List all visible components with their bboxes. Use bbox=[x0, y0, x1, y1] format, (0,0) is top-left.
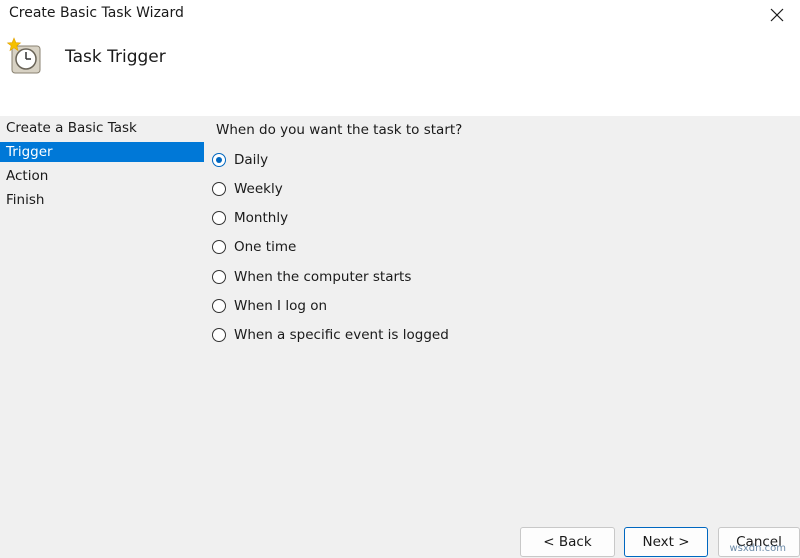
step-trigger: Trigger bbox=[0, 142, 204, 162]
option-weekly[interactable]: Weekly bbox=[212, 178, 283, 200]
option-label: Daily bbox=[234, 152, 269, 168]
option-event-logged[interactable]: When a specific event is logged bbox=[212, 324, 449, 346]
step-finish: Finish bbox=[6, 192, 45, 208]
radio-log-on[interactable] bbox=[212, 299, 226, 313]
option-label: Weekly bbox=[234, 181, 283, 197]
radio-monthly[interactable] bbox=[212, 211, 226, 225]
option-label: When the computer starts bbox=[234, 269, 412, 285]
radio-event-logged[interactable] bbox=[212, 328, 226, 342]
trigger-panel: When do you want the task to start? Dail… bbox=[205, 116, 800, 558]
radio-daily[interactable] bbox=[212, 153, 226, 167]
radio-one-time[interactable] bbox=[212, 240, 226, 254]
window-title: Create Basic Task Wizard bbox=[9, 5, 184, 21]
radio-computer-starts[interactable] bbox=[212, 270, 226, 284]
step-create-basic-task: Create a Basic Task bbox=[6, 120, 137, 136]
option-label: One time bbox=[234, 239, 297, 255]
option-daily[interactable]: Daily bbox=[212, 149, 268, 171]
next-button[interactable]: Next > bbox=[624, 527, 708, 557]
option-label: When I log on bbox=[234, 298, 328, 314]
close-icon bbox=[770, 8, 784, 22]
trigger-question: When do you want the task to start? bbox=[216, 122, 463, 138]
option-label: When a specific event is logged bbox=[234, 327, 449, 343]
step-action: Action bbox=[6, 168, 49, 184]
option-monthly[interactable]: Monthly bbox=[212, 207, 288, 229]
watermark: wsxdn.com bbox=[729, 543, 786, 554]
radio-weekly[interactable] bbox=[212, 182, 226, 196]
clock-task-icon bbox=[6, 37, 41, 74]
option-one-time[interactable]: One time bbox=[212, 236, 296, 258]
close-button[interactable] bbox=[754, 0, 800, 30]
back-button[interactable]: < Back bbox=[520, 527, 615, 557]
page-title: Task Trigger bbox=[65, 47, 166, 67]
option-computer-starts[interactable]: When the computer starts bbox=[212, 266, 411, 288]
wizard-steps: Create a Basic Task Trigger Action Finis… bbox=[0, 116, 205, 558]
option-label: Monthly bbox=[234, 210, 289, 226]
option-log-on[interactable]: When I log on bbox=[212, 295, 327, 317]
title-bar: Create Basic Task Wizard bbox=[0, 0, 800, 30]
wizard-header: Task Trigger bbox=[0, 30, 800, 116]
